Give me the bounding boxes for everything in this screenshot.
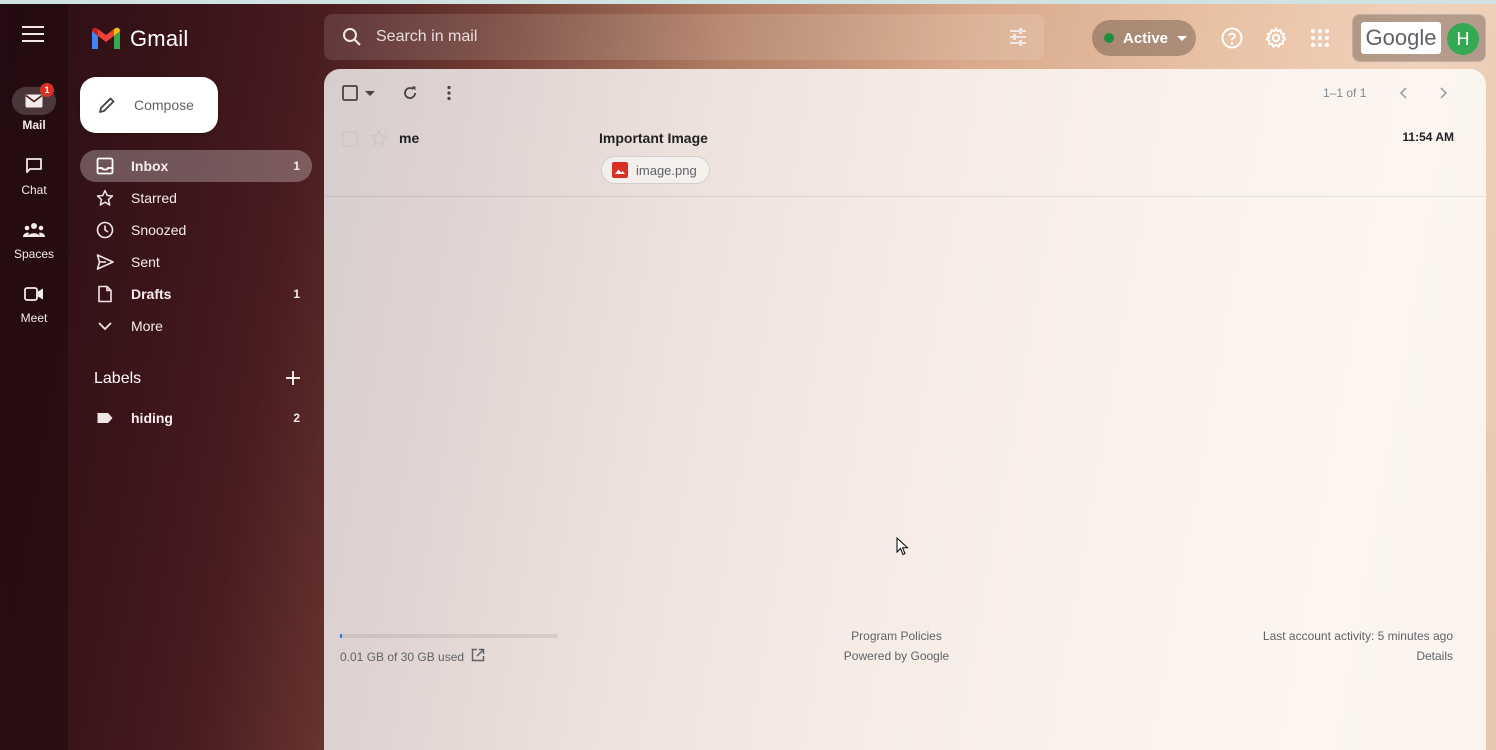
chat-icon [12,152,56,180]
nav-label: Inbox [131,158,169,174]
more-vert-icon[interactable] [442,84,456,102]
mail-icon: 1 [12,83,56,115]
storage-meter-fill [340,634,343,638]
row-checkbox[interactable] [342,131,358,147]
add-label-icon[interactable] [284,369,302,387]
compose-label: Compose [134,97,194,113]
draft-icon [98,285,112,303]
star-icon [96,189,114,206]
spaces-icon [12,216,56,244]
compose-button[interactable]: Compose [80,77,218,133]
nav-label: More [131,318,163,334]
label-count: 2 [293,411,300,425]
rail-item-meet[interactable]: Meet [0,280,68,325]
status-dot [1104,33,1114,43]
meet-icon [12,280,56,308]
label-tag-icon [97,413,113,423]
chevron-left-icon[interactable] [1397,86,1411,100]
attachment-name: image.png [636,162,697,178]
search-input[interactable] [376,28,976,46]
gmail-logo[interactable]: Gmail [90,26,188,52]
nav-label: Starred [131,190,177,206]
nav-item-sent[interactable]: Sent [80,246,312,278]
nav-label: Drafts [131,286,172,302]
main-menu-button[interactable] [22,26,44,42]
nav-item-drafts[interactable]: Drafts 1 [80,278,312,310]
nav-count: 1 [293,159,300,173]
window-top-edge [0,0,1496,4]
account-switcher[interactable]: Google H [1352,14,1486,62]
email-subject: Important Image [599,130,708,146]
labels-heading: Labels [94,370,142,387]
send-icon [96,254,114,270]
email-time: 11:54 AM [1402,130,1454,144]
mail-unread-badge: 1 [40,83,54,97]
google-brand-logo: Google [1361,22,1441,54]
search-icon[interactable] [342,27,362,47]
rail-item-label: Chat [21,183,47,197]
email-row[interactable]: me Important Image 11:54 AM image.png [324,121,1486,197]
mouse-pointer-icon [896,537,909,556]
attachment-chip[interactable]: image.png [601,156,710,184]
select-menu-caret-icon[interactable] [365,91,375,97]
storage-meter [340,634,558,638]
image-file-icon [612,162,628,178]
chevron-down-icon [98,322,112,331]
select-all-checkbox[interactable] [342,85,358,101]
nav-item-more[interactable]: More [80,310,312,342]
menu-line [22,26,44,28]
nav-item-snoozed[interactable]: Snoozed [80,214,312,246]
rail-item-chat[interactable]: Chat [0,152,68,197]
label-name: hiding [131,410,173,426]
powered-by-google: Powered by Google [843,649,950,663]
star-toggle-icon[interactable] [370,129,388,147]
nav-label: Snoozed [131,222,187,238]
gmail-m-icon [92,27,120,49]
caret-down-icon [1177,35,1188,41]
rail-item-mail[interactable]: 1 Mail [0,83,68,132]
open-in-new-icon[interactable] [471,648,485,662]
inbox-icon [96,157,114,175]
label-item-hiding[interactable]: hiding 2 [80,402,312,434]
apps-grid-icon[interactable] [1308,26,1332,50]
rail-item-label: Meet [20,311,48,325]
rail-item-label: Mail [22,118,46,132]
help-icon[interactable] [1220,26,1244,50]
avatar[interactable]: H [1447,23,1479,55]
app-name: Gmail [130,26,189,51]
program-policies-link[interactable]: Program Policies [824,629,969,643]
status-selector[interactable]: Active [1092,20,1196,56]
storage-usage: 0.01 GB of 30 GB used [340,650,465,664]
rail-item-label: Spaces [13,247,55,261]
status-label: Active [1123,29,1169,47]
nav-item-starred[interactable]: Starred [80,182,312,214]
clock-icon [96,221,114,239]
refresh-icon[interactable] [401,84,419,102]
page-range: 1–1 of 1 [1323,86,1367,100]
nav-count: 1 [293,287,300,301]
email-sender: me [399,130,420,146]
pencil-icon [99,97,115,113]
settings-gear-icon[interactable] [1264,26,1288,50]
nav-label: Sent [131,254,160,270]
nav-item-inbox[interactable]: Inbox 1 [80,150,312,182]
last-account-activity: Last account activity: 5 minutes ago [1262,629,1453,643]
details-link[interactable]: Details [1416,649,1453,663]
menu-line [22,40,44,42]
menu-line [22,33,44,35]
mail-list-panel: 1–1 of 1 me Important Image 11:54 AM ima… [324,69,1486,750]
search-options-icon[interactable] [1008,27,1028,47]
search-bar [324,14,1044,60]
chevron-right-icon[interactable] [1436,86,1450,100]
rail-item-spaces[interactable]: Spaces [0,216,68,261]
